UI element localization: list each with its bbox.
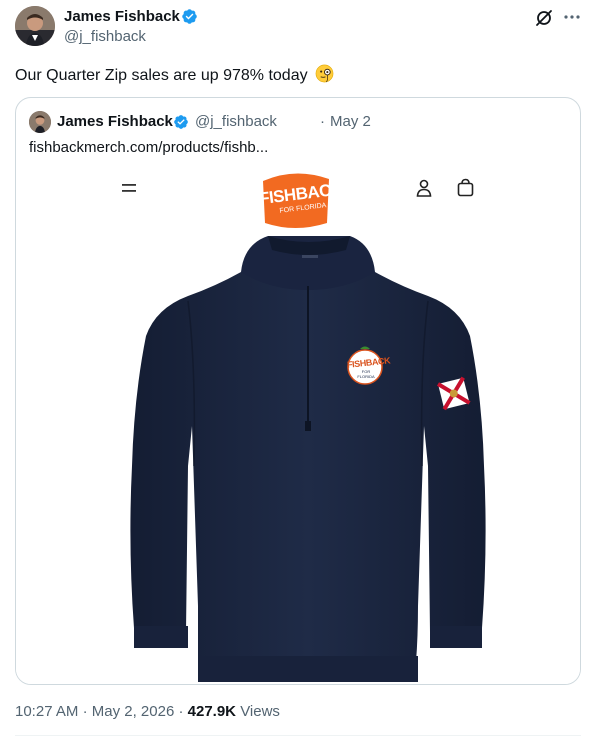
hamburger-menu-icon	[122, 184, 136, 192]
quoted-link[interactable]: fishbackmerch.com/products/fishb...	[29, 138, 268, 158]
quoted-tweet-card[interactable]: James Fishback @j_fishback · May 2 fishb…	[15, 97, 581, 685]
quoted-date: May 2	[330, 113, 371, 130]
monocle-face-icon	[315, 64, 334, 83]
views-label: Views	[240, 703, 280, 720]
more-icon[interactable]	[561, 7, 583, 27]
meta-separator: ·	[178, 703, 184, 720]
tweet: James Fishback @j_fishback Our Quarter Z…	[0, 0, 600, 740]
quoted-author-handle: @j_fishback	[195, 113, 277, 130]
tweet-text-content: Our Quarter Zip sales are up 978% today	[15, 67, 308, 84]
author-handle[interactable]: @j_fishback	[64, 28, 146, 46]
tweet-time[interactable]: 10:27 AM	[15, 703, 78, 720]
quoted-author-name: James Fishback	[57, 113, 173, 130]
divider	[15, 735, 581, 736]
tweet-text: Our Quarter Zip sales are up 978% today	[15, 64, 334, 86]
verified-badge-icon	[182, 9, 197, 24]
quarter-zip-sweater	[130, 236, 486, 682]
shopping-bag-icon	[457, 178, 474, 197]
chest-badge-subtext: FOR FLORIDA	[357, 369, 375, 379]
quoted-separator: ·	[320, 113, 325, 130]
tweet-metadata: 10:27 AM · May 2, 2026 · 427.9K Views	[15, 703, 280, 721]
views-count[interactable]: 427.9K	[188, 703, 236, 720]
verified-badge-icon	[174, 115, 188, 129]
account-icon	[416, 179, 432, 197]
meta-separator: ·	[82, 703, 88, 720]
author-name[interactable]: James Fishback	[64, 8, 180, 26]
grok-icon[interactable]	[535, 9, 553, 27]
author-avatar[interactable]	[15, 6, 55, 46]
quoted-author-avatar	[29, 111, 51, 133]
tweet-date[interactable]: May 2, 2026	[92, 703, 175, 720]
